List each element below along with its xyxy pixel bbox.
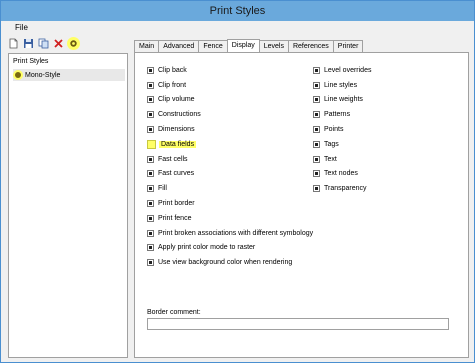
tab-fence[interactable]: Fence	[198, 40, 228, 52]
option-line-weights[interactable]: Line weights	[313, 93, 371, 108]
checkbox[interactable]	[313, 140, 320, 148]
checkbox[interactable]	[147, 244, 154, 252]
option-fast-cells[interactable]: Fast cells	[147, 152, 313, 167]
option-print-fence[interactable]: Print fence	[147, 211, 313, 226]
list-item-label: Mono-Style	[25, 71, 61, 79]
option-label: Fast cells	[158, 155, 188, 163]
option-patterns[interactable]: Patterns	[313, 107, 371, 122]
option-label: Print fence	[158, 214, 192, 222]
checkbox[interactable]	[147, 81, 154, 89]
option-line-styles[interactable]: Line styles	[313, 78, 371, 93]
window-title: Print Styles	[209, 5, 266, 17]
checkbox[interactable]	[147, 229, 154, 237]
checkbox[interactable]	[147, 139, 156, 149]
option-fast-curves[interactable]: Fast curves	[147, 167, 313, 182]
checkbox[interactable]	[147, 259, 154, 267]
option-fill[interactable]: Fill	[147, 181, 313, 196]
option-label: Text nodes	[324, 170, 358, 178]
print-styles-window: Print Styles File Print Styles Mono-Styl…	[0, 0, 475, 363]
option-clip-volume[interactable]: Clip volume	[147, 93, 313, 108]
option-label: Transparency	[324, 185, 367, 193]
display-tab-panel: Clip back Clip front Clip volume Constru…	[134, 52, 469, 358]
option-label: Text	[324, 155, 337, 163]
checkbox[interactable]	[147, 126, 154, 134]
option-text-nodes[interactable]: Text nodes	[313, 167, 371, 182]
option-use-view-background-color[interactable]: Use view background color when rendering	[147, 255, 313, 270]
tab-display[interactable]: Display	[226, 39, 260, 52]
tab-printer[interactable]: Printer	[332, 40, 364, 52]
option-label: Level overrides	[324, 66, 372, 74]
option-label: Patterns	[324, 111, 351, 119]
tab-advanced[interactable]: Advanced	[158, 40, 200, 52]
border-comment-field[interactable]	[147, 318, 449, 330]
toolbar	[7, 37, 80, 53]
option-label: Line styles	[324, 81, 358, 89]
delete-icon[interactable]	[52, 37, 65, 50]
checkbox[interactable]	[313, 170, 320, 178]
checkbox[interactable]	[313, 66, 320, 74]
title-bar[interactable]: Print Styles	[1, 1, 474, 21]
display-options-right: Level overrides Line styles Line weights…	[313, 63, 371, 196]
option-label: Clip volume	[158, 96, 195, 104]
checkbox[interactable]	[147, 170, 154, 178]
copy-icon[interactable]	[37, 37, 50, 50]
checkbox[interactable]	[147, 214, 154, 222]
option-transparency[interactable]: Transparency	[313, 181, 371, 196]
option-print-border[interactable]: Print border	[147, 196, 313, 211]
checkbox[interactable]	[147, 96, 154, 104]
display-options-left: Clip back Clip front Clip volume Constru…	[147, 63, 313, 270]
option-label: Apply print color mode to raster	[158, 244, 256, 252]
checkbox[interactable]	[147, 185, 154, 193]
option-tags[interactable]: Tags	[313, 137, 371, 152]
option-label: Print border	[158, 200, 195, 208]
checkbox[interactable]	[313, 185, 320, 193]
option-data-fields[interactable]: Data fields	[147, 137, 313, 152]
option-label: Clip back	[158, 66, 187, 74]
menu-bar: File	[1, 21, 474, 35]
option-clip-back[interactable]: Clip back	[147, 63, 313, 78]
option-label: Print broken associations with different…	[158, 229, 314, 237]
option-label: Fill	[158, 185, 167, 193]
border-comment-label: Border comment:	[147, 309, 201, 316]
option-constructions[interactable]: Constructions	[147, 107, 313, 122]
option-label: Line weights	[324, 96, 363, 104]
option-label: Use view background color when rendering	[158, 259, 293, 267]
checkbox[interactable]	[313, 81, 320, 89]
option-points[interactable]: Points	[313, 122, 371, 137]
active-style-icon[interactable]	[67, 37, 80, 50]
option-label: Constructions	[158, 111, 201, 119]
option-label: Data fields	[159, 140, 197, 148]
tab-strip: Main Advanced Fence Display Levels Refer…	[134, 39, 364, 52]
new-document-icon[interactable]	[7, 37, 20, 50]
option-text[interactable]: Text	[313, 152, 371, 167]
option-label: Clip front	[158, 81, 187, 89]
style-icon	[13, 70, 23, 80]
save-icon[interactable]	[22, 37, 35, 50]
print-styles-list: Print Styles Mono-Style	[8, 53, 128, 358]
option-label: Points	[324, 126, 344, 134]
option-label: Fast curves	[158, 170, 195, 178]
tab-references[interactable]: References	[287, 40, 334, 52]
list-item[interactable]: Mono-Style	[13, 69, 125, 81]
option-print-broken-associations[interactable]: Print broken associations with different…	[147, 226, 313, 241]
checkbox[interactable]	[147, 66, 154, 74]
option-clip-front[interactable]: Clip front	[147, 78, 313, 93]
checkbox[interactable]	[313, 155, 320, 163]
option-level-overrides[interactable]: Level overrides	[313, 63, 371, 78]
tab-levels[interactable]: Levels	[258, 40, 289, 52]
option-label: Dimensions	[158, 126, 195, 134]
option-label: Tags	[324, 140, 339, 148]
option-dimensions[interactable]: Dimensions	[147, 122, 313, 137]
print-styles-list-header: Print Styles	[13, 58, 49, 65]
checkbox[interactable]	[313, 96, 320, 104]
checkbox[interactable]	[313, 126, 320, 134]
tab-main[interactable]: Main	[134, 40, 160, 52]
checkbox[interactable]	[313, 111, 320, 119]
checkbox[interactable]	[147, 111, 154, 119]
menu-file[interactable]: File	[15, 23, 28, 32]
checkbox[interactable]	[147, 200, 154, 208]
option-apply-print-color-mode[interactable]: Apply print color mode to raster	[147, 241, 313, 256]
checkbox[interactable]	[147, 155, 154, 163]
